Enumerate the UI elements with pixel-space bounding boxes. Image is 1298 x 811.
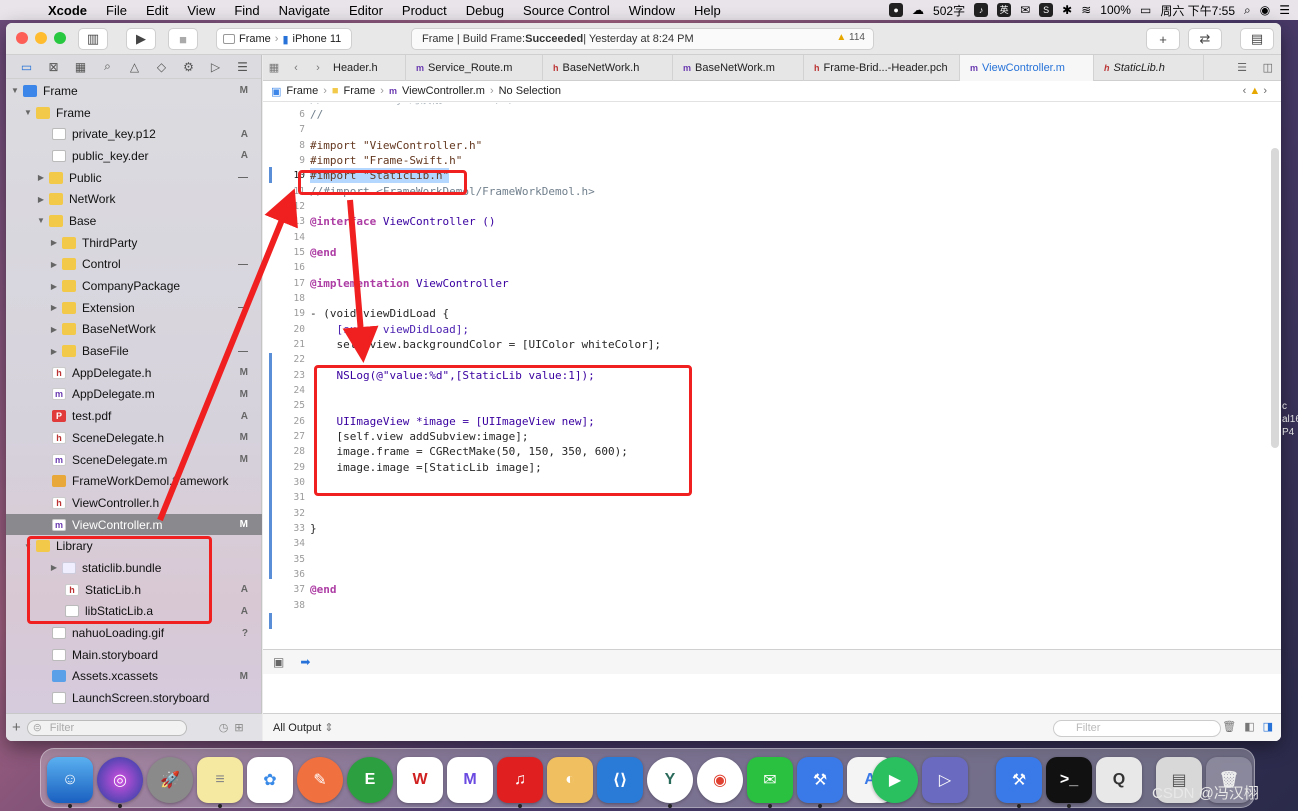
watermark: CSDN @冯汉栩 (1152, 785, 1259, 802)
evernote-icon[interactable]: E (347, 757, 393, 803)
notes-icon[interactable]: ≡ (197, 757, 243, 803)
quicktime-icon[interactable]: Q (1096, 757, 1142, 803)
launchpad-icon[interactable]: 🚀 (147, 757, 193, 803)
wps-icon[interactable]: W (397, 757, 443, 803)
wechat-icon[interactable]: ✉ (747, 757, 793, 803)
cloud-icon[interactable]: ✿ (247, 757, 293, 803)
xcode-icon[interactable]: ⚒ (797, 757, 843, 803)
simulator-icon[interactable]: ⚒ (996, 757, 1042, 803)
desktop-text-fragment: c al16 P4 (1282, 401, 1298, 438)
running-indicator (818, 804, 822, 808)
running-indicator (768, 804, 772, 808)
running-indicator (668, 804, 672, 808)
annotation-arrow-library-to-import (157, 188, 298, 522)
finder-icon[interactable]: ☺ (47, 757, 93, 803)
keynote-icon[interactable]: ▷ (922, 757, 968, 803)
pencil-app-icon[interactable]: ✎ (297, 757, 343, 803)
annotation-arrows (157, 188, 379, 522)
palette-icon[interactable]: ◐ (547, 757, 593, 803)
dock: ☺ ◎ 🚀 ≡ ✿ ✎ E W M ♫ ◐ ⟨⟩ Y ◉ ✉ ⚒ A ▶ ▷ ⚒… (40, 748, 1255, 808)
running-indicator (68, 804, 72, 808)
running-indicator (1017, 804, 1021, 808)
typora-icon[interactable]: M (447, 757, 493, 803)
running-indicator (218, 804, 222, 808)
annotation-arrow-import-to-usage (342, 199, 379, 363)
running-indicator (118, 804, 122, 808)
sourcetree-icon[interactable]: Y (647, 757, 693, 803)
terminal-icon[interactable]: >_ (1046, 757, 1092, 803)
netease-music-icon[interactable]: ♫ (497, 757, 543, 803)
play-app-icon[interactable]: ▶ (872, 757, 918, 803)
chrome-icon[interactable]: ◉ (697, 757, 743, 803)
running-indicator (1067, 804, 1071, 808)
siri-icon[interactable]: ◎ (97, 757, 143, 803)
vscode-icon[interactable]: ⟨⟩ (597, 757, 643, 803)
running-indicator (518, 804, 522, 808)
